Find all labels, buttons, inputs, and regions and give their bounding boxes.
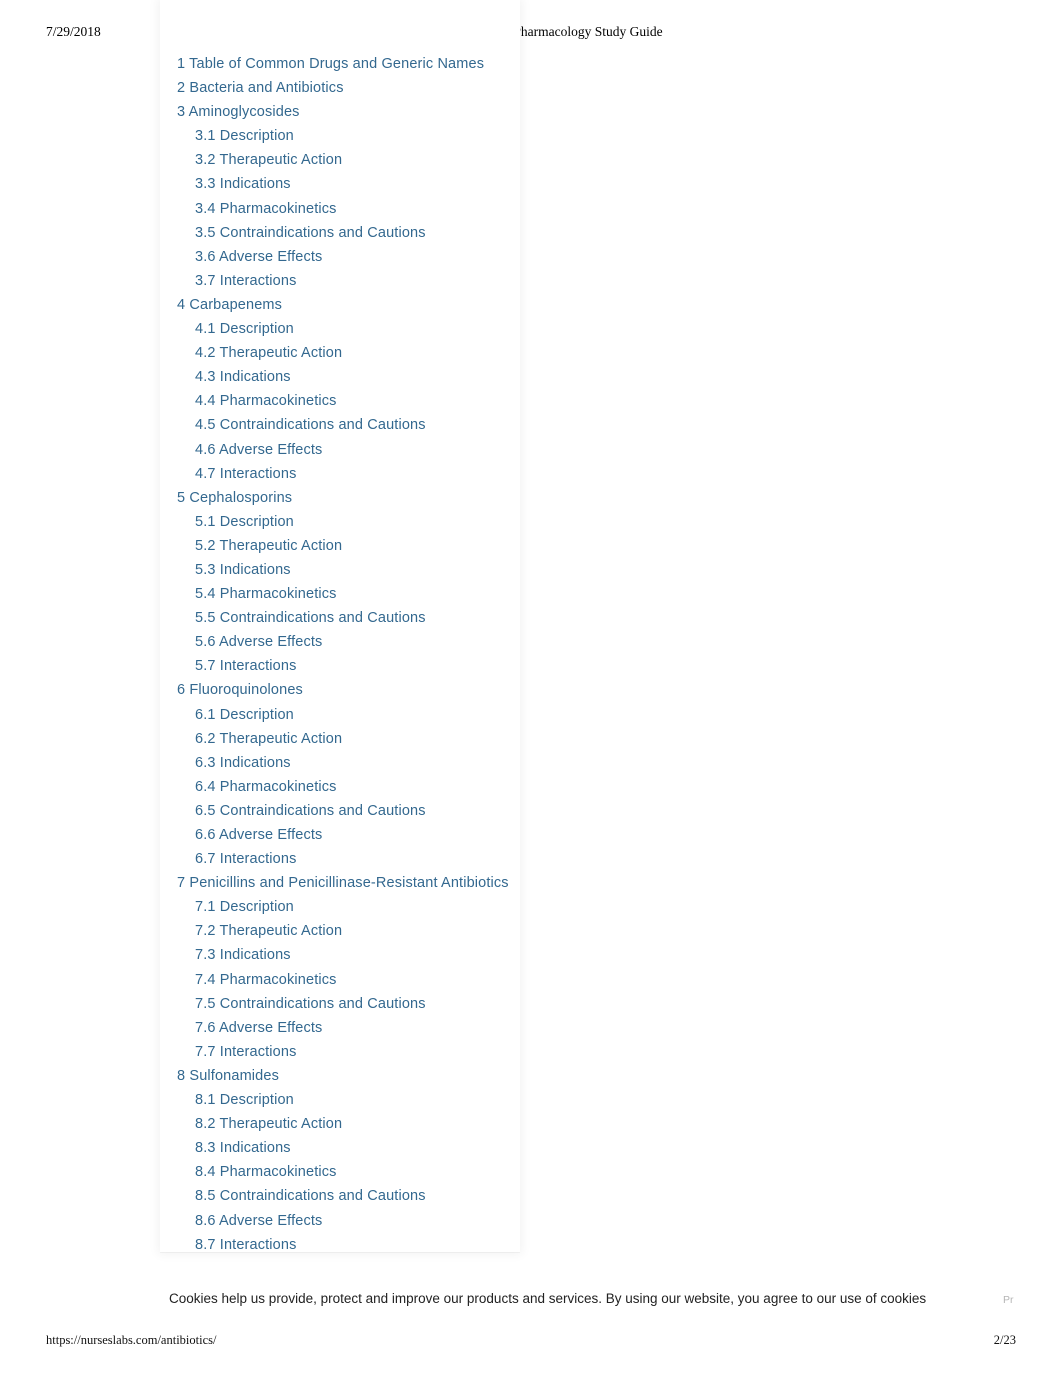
toc-link[interactable]: 4.1 Description	[160, 317, 580, 341]
cookie-consent-message: Cookies help us provide, protect and imp…	[169, 1291, 927, 1306]
toc-link[interactable]: 3 Aminoglycosides	[160, 100, 580, 124]
toc-link[interactable]: 8.1 Description	[160, 1088, 580, 1112]
toc-link[interactable]: 8.5 Contraindications and Cautions	[160, 1184, 580, 1208]
toc-link[interactable]: 5.1 Description	[160, 510, 580, 534]
print-footer: https://nurseslabs.com/antibiotics/ 2/23	[0, 1333, 1062, 1351]
toc-link[interactable]: 3.7 Interactions	[160, 269, 580, 293]
toc-link[interactable]: 5.6 Adverse Effects	[160, 630, 580, 654]
toc-link[interactable]: 7 Penicillins and Penicillinase-Resistan…	[160, 871, 580, 895]
toc-link[interactable]: 7.1 Description	[160, 895, 580, 919]
toc-link[interactable]: 8.6 Adverse Effects	[160, 1209, 580, 1233]
toc-link[interactable]: 2 Bacteria and Antibiotics	[160, 76, 580, 100]
table-of-contents: 1 Table of Common Drugs and Generic Name…	[160, 52, 580, 1257]
toc-link[interactable]: 6.1 Description	[160, 703, 580, 727]
toc-link[interactable]: 7.6 Adverse Effects	[160, 1016, 580, 1040]
toc-link[interactable]: 4.6 Adverse Effects	[160, 438, 580, 462]
toc-link[interactable]: 3.6 Adverse Effects	[160, 245, 580, 269]
toc-link[interactable]: 3.4 Pharmacokinetics	[160, 197, 580, 221]
toc-link[interactable]: 6.5 Contraindications and Cautions	[160, 799, 580, 823]
toc-link[interactable]: 5.5 Contraindications and Cautions	[160, 606, 580, 630]
toc-link[interactable]: 8.7 Interactions	[160, 1233, 580, 1257]
toc-link[interactable]: 5.7 Interactions	[160, 654, 580, 678]
privacy-policy-link[interactable]: Pr	[1003, 1294, 1021, 1306]
toc-link[interactable]: 7.5 Contraindications and Cautions	[160, 992, 580, 1016]
toc-link[interactable]: 3.5 Contraindications and Cautions	[160, 221, 580, 245]
toc-link[interactable]: 8.2 Therapeutic Action	[160, 1112, 580, 1136]
toc-link[interactable]: 8.3 Indications	[160, 1136, 580, 1160]
toc-link[interactable]: 5.3 Indications	[160, 558, 580, 582]
toc-link[interactable]: 4.4 Pharmacokinetics	[160, 389, 580, 413]
toc-link[interactable]: 4.3 Indications	[160, 365, 580, 389]
toc-link[interactable]: 3.2 Therapeutic Action	[160, 148, 580, 172]
toc-link[interactable]: 8.4 Pharmacokinetics	[160, 1160, 580, 1184]
toc-link[interactable]: 1 Table of Common Drugs and Generic Name…	[160, 52, 580, 76]
toc-link[interactable]: 5.4 Pharmacokinetics	[160, 582, 580, 606]
print-footer-url: https://nurseslabs.com/antibiotics/	[46, 1333, 217, 1347]
toc-link[interactable]: 6.7 Interactions	[160, 847, 580, 871]
toc-link[interactable]: 6.3 Indications	[160, 751, 580, 775]
toc-link[interactable]: 7.7 Interactions	[160, 1040, 580, 1064]
toc-link[interactable]: 3.1 Description	[160, 124, 580, 148]
toc-link[interactable]: 7.3 Indications	[160, 943, 580, 967]
toc-link[interactable]: 8 Sulfonamides	[160, 1064, 580, 1088]
toc-link[interactable]: 6.4 Pharmacokinetics	[160, 775, 580, 799]
toc-link[interactable]: 4.5 Contraindications and Cautions	[160, 413, 580, 437]
toc-link[interactable]: 5 Cephalosporins	[160, 486, 580, 510]
toc-link[interactable]: 5.2 Therapeutic Action	[160, 534, 580, 558]
toc-link[interactable]: 6.2 Therapeutic Action	[160, 727, 580, 751]
toc-link[interactable]: 4.7 Interactions	[160, 462, 580, 486]
cookie-consent-banner: Cookies help us provide, protect and imp…	[0, 1286, 1062, 1316]
print-footer-page-number: 2/23	[993, 1333, 1016, 1347]
toc-link[interactable]: 7.4 Pharmacokinetics	[160, 968, 580, 992]
toc-link[interactable]: 3.3 Indications	[160, 172, 580, 196]
toc-link[interactable]: 7.2 Therapeutic Action	[160, 919, 580, 943]
toc-link[interactable]: 6 Fluoroquinolones	[160, 678, 580, 702]
toc-link[interactable]: 4 Carbapenems	[160, 293, 580, 317]
toc-link[interactable]: 6.6 Adverse Effects	[160, 823, 580, 847]
toc-link[interactable]: 4.2 Therapeutic Action	[160, 341, 580, 365]
